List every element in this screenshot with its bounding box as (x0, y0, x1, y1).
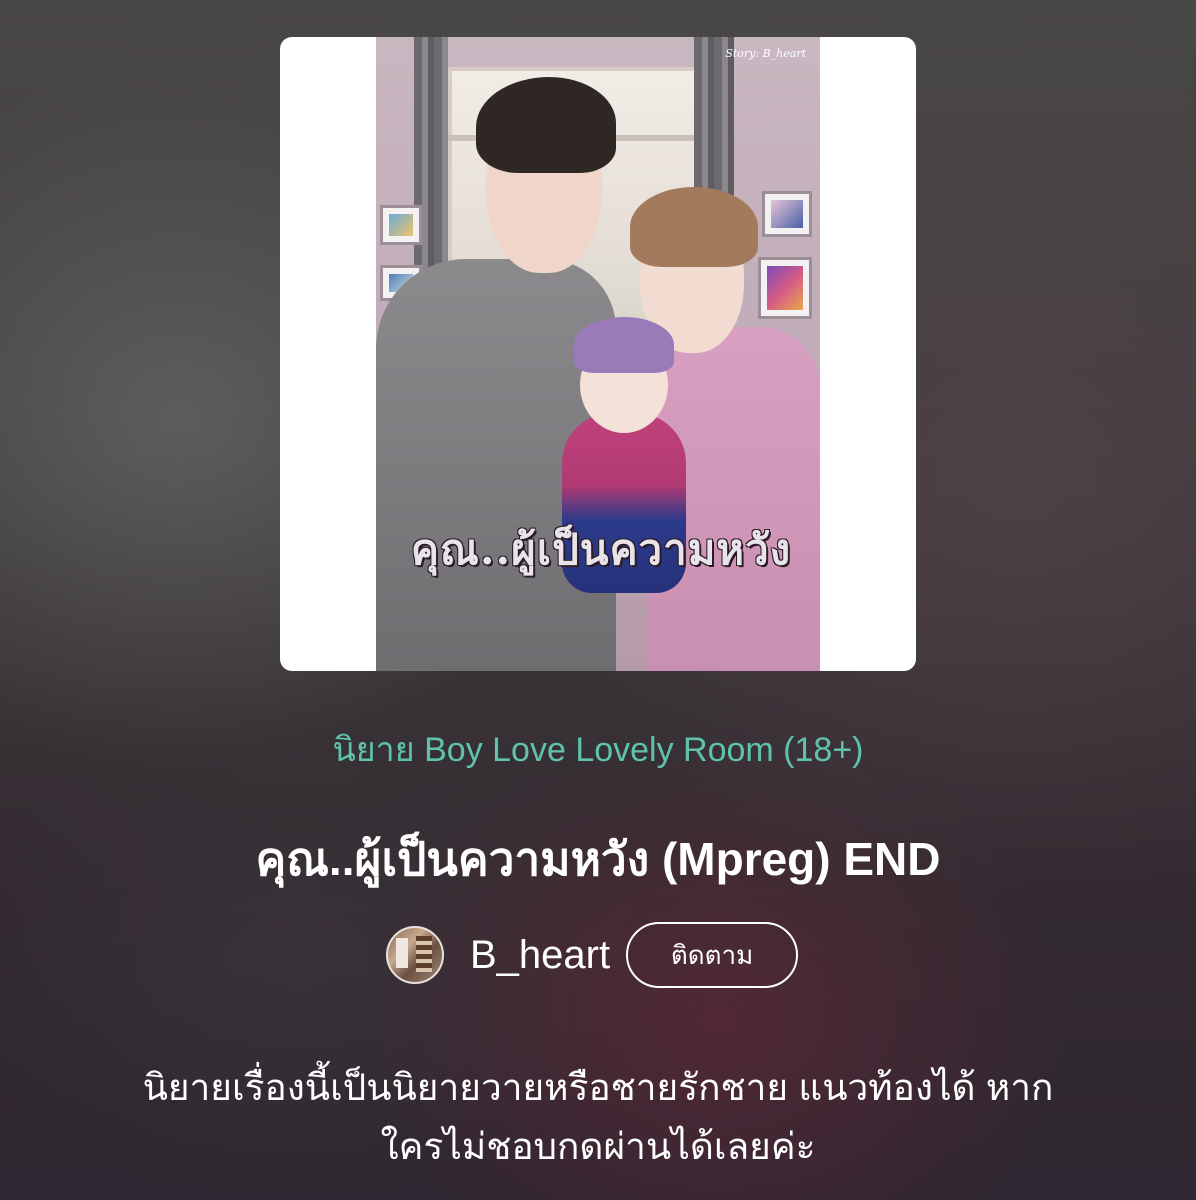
cover-picture-frame (758, 257, 812, 319)
cover-title-text: คุณ..ผู้เป็นความหวัง (410, 525, 792, 574)
story-page: Story: B_heart คุณ..ผู้เป็นความหวัง นิยา… (0, 0, 1196, 1200)
author-name[interactable]: B_heart (470, 933, 610, 978)
description-line: นิยายเรื่องนี้เป็นนิยายวายหรือชายรักชาย … (142, 1067, 1054, 1108)
cover-picture-frame (762, 191, 812, 237)
category-link[interactable]: นิยาย Boy Love Lovely Room (18+) (0, 722, 1196, 776)
cover-picture-frame (380, 205, 422, 245)
story-description: นิยายเรื่องนี้เป็นนิยายวายหรือชายรักชาย … (60, 1058, 1136, 1176)
follow-button[interactable]: ติดตาม (626, 922, 799, 988)
story-title: คุณ..ผู้เป็นความหวัง (Mpreg) END (255, 833, 941, 885)
cover-artwork: Story: B_heart คุณ..ผู้เป็นความหวัง (376, 37, 820, 671)
description-line: ใครไม่ชอบกดผ่านได้เลยค่ะ (380, 1126, 816, 1167)
cover-credit: Story: B_heart (725, 47, 806, 60)
author-row: B_heart ติดตาม (386, 922, 799, 988)
cover-image[interactable]: Story: B_heart คุณ..ผู้เป็นความหวัง (280, 37, 916, 671)
author-avatar[interactable] (386, 926, 444, 984)
